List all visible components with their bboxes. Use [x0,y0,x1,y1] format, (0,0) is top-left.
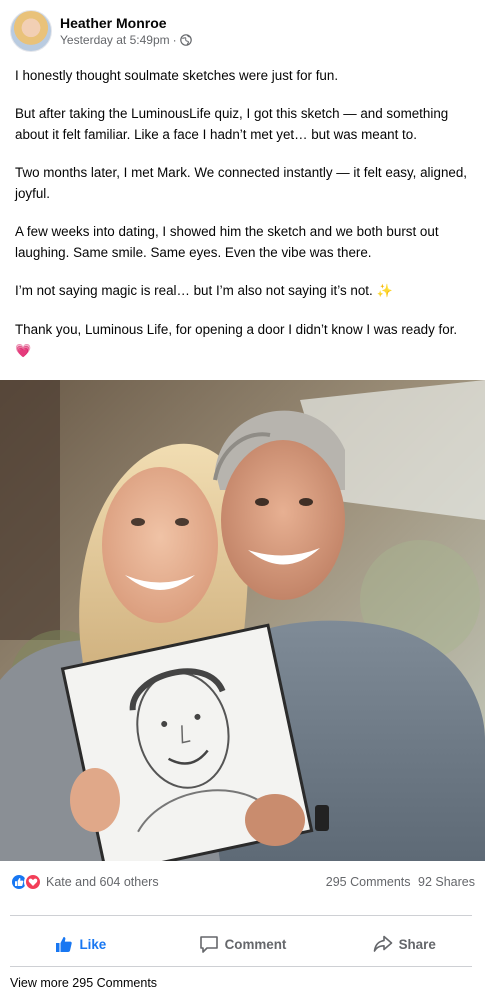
post-paragraph: A few weeks into dating, I showed him th… [15,224,439,260]
separator: · [172,33,177,47]
reactions-text: Kate and 604 others [46,875,159,889]
engagement-counts: 295 Comments 92 Shares [322,875,475,889]
post-timestamp[interactable]: Yesterday at 5:49pm [60,32,170,48]
globe-icon[interactable] [179,34,192,46]
share-label: Share [398,936,436,952]
like-button[interactable]: Like [0,928,162,960]
divider [10,966,472,967]
heart-icon: 💗 [15,344,32,359]
comments-count[interactable]: 295 Comments [326,875,411,889]
share-icon [373,935,392,952]
comment-button[interactable]: Comment [162,928,324,960]
share-button[interactable]: Share [323,928,485,960]
post-paragraph: Thank you, Luminous Life, for opening a … [15,319,475,362]
like-label: Like [79,936,107,952]
reaction-icons [10,873,42,891]
sparkles-icon: ✨ [376,284,393,299]
avatar[interactable] [10,10,52,52]
post-paragraph: But after taking the LuminousLife quiz, … [15,106,449,142]
action-bar: Like Comment Share [0,928,485,960]
paragraph-text: Thank you, Luminous Life, for opening a … [15,322,458,337]
facebook-post: Heather Monroe Yesterday at 5:49pm · I h… [0,0,485,1000]
comment-label: Comment [224,936,287,952]
post-header: Heather Monroe Yesterday at 5:49pm · [10,10,192,52]
comment-icon [199,935,218,953]
post-paragraph: I honestly thought soulmate sketches wer… [15,68,339,83]
post-text: I honestly thought soulmate sketches wer… [15,65,475,379]
divider [10,915,472,916]
post-paragraph: I’m not saying magic is real… but I’m al… [15,280,475,302]
thumbs-up-icon [56,936,73,952]
post-paragraph: Two months later, I met Mark. We connect… [15,165,468,201]
author-name[interactable]: Heather Monroe [60,14,192,32]
paragraph-text: I’m not saying magic is real… but I’m al… [15,283,373,298]
reactions-bar: Kate and 604 others 295 Comments 92 Shar… [10,871,475,893]
couple-with-sketch-image [0,380,485,861]
reactions-summary[interactable]: Kate and 604 others [10,873,159,891]
shares-count[interactable]: 92 Shares [418,875,475,889]
view-more-comments-link[interactable]: View more 295 Comments [10,976,157,990]
post-meta: Heather Monroe Yesterday at 5:49pm · [60,14,192,48]
post-subline: Yesterday at 5:49pm · [60,32,192,48]
love-icon [24,873,42,891]
post-photo[interactable] [0,380,485,861]
